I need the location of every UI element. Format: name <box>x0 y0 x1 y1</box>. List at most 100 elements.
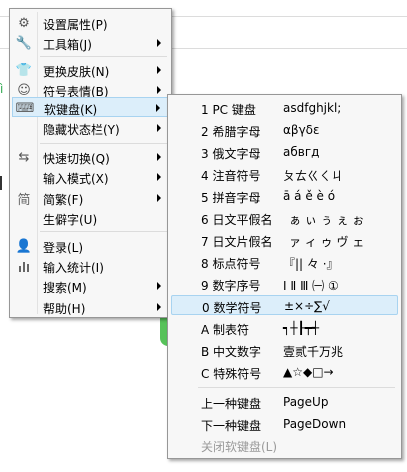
keyboard-sample-chars: 『|| 々 ·』 <box>283 257 339 271</box>
submenu-arrow-icon <box>157 66 161 74</box>
soft-keyboard-item-hiragana[interactable]: 6 日文平假名 ぁ ぃ ぅ ぇ ぉ <box>171 208 398 228</box>
nav-item-label: 上一种键盘 <box>201 397 262 411</box>
shortcut-hint: PageUp <box>283 395 329 409</box>
keyboard-type-label: 8 标点符号 <box>201 257 261 271</box>
menu-item-hide-status-bar[interactable]: 隐藏状态栏(Y) <box>12 118 169 138</box>
submenu-arrow-icon <box>157 282 161 290</box>
menu-separator <box>40 143 167 144</box>
menu-item-label: 更换皮肤(N) <box>43 65 110 79</box>
soft-keyboard-item-box-drawing[interactable]: A 制表符 ┑┼┠┯┽ <box>171 318 398 338</box>
menu-item-label: 输入统计(I) <box>43 261 104 275</box>
menu-item-label: 快速切换(Q) <box>43 152 110 166</box>
soft-keyboard-submenu: 1 PC 键盘 asdfghjkl; 2 希腊字母 αβγδε 3 俄文字母 а… <box>167 94 402 459</box>
menu-item-label: 搜索(M) <box>43 281 87 295</box>
soft-keyboard-item-pc[interactable]: 1 PC 键盘 asdfghjkl; <box>171 98 398 118</box>
soft-keyboard-item-chinese-numerals[interactable]: B 中文数字 壹贰千万兆 <box>171 340 398 360</box>
keyboard-type-label: A 制表符 <box>201 323 250 337</box>
menu-item-label: 隐藏状态栏(Y) <box>43 123 120 137</box>
submenu-arrow-icon <box>157 303 161 311</box>
soft-keyboard-item-numbering[interactable]: 9 数字序号 Ⅰ Ⅱ Ⅲ ㈠ ① <box>171 274 398 294</box>
menu-item-simplified-traditional[interactable]: 简 简繁(F) <box>12 188 169 208</box>
close-soft-keyboard[interactable]: 关闭软键盘(L) <box>171 435 398 455</box>
switch-arrows-icon: ⇆ <box>18 149 30 165</box>
menu-item-label: 登录(L) <box>43 241 84 255</box>
background-text-fragment: ì <box>0 82 4 96</box>
menu-item-label: 帮助(H) <box>43 302 86 316</box>
simplified-traditional-icon: 简 <box>17 192 31 208</box>
keyboard-sample-chars: asdfghjkl; <box>283 101 342 115</box>
submenu-arrow-icon <box>157 194 161 202</box>
keyboard-sample-chars: ㄆㄊㄍㄑㄐ <box>283 169 344 183</box>
keyboard-sample-chars: ▲☆◆□→ <box>283 365 334 379</box>
soft-keyboard-item-special-symbols[interactable]: C 特殊符号 ▲☆◆□→ <box>171 362 398 382</box>
keyboard-type-label: 4 注音符号 <box>201 169 261 183</box>
menu-item-change-skin[interactable]: 👕 更换皮肤(N) <box>12 60 169 80</box>
keyboard-sample-chars: 壹贰千万兆 <box>283 345 344 359</box>
submenu-arrow-icon <box>156 104 160 112</box>
keyboard-sample-chars: ±×÷∑√ <box>284 299 330 313</box>
keyboard-type-label: 1 PC 键盘 <box>201 103 256 117</box>
keyboard-type-label: 5 拼音字母 <box>201 191 261 205</box>
bar-chart-icon <box>16 258 32 274</box>
menu-separator <box>40 56 167 57</box>
menu-item-search[interactable]: 搜索(M) <box>12 276 169 296</box>
soft-keyboard-item-greek[interactable]: 2 希腊字母 αβγδε <box>171 120 398 140</box>
keyboard-type-label: 2 希腊字母 <box>201 125 261 139</box>
keyboard-sample-chars: абвгд <box>283 145 320 159</box>
soft-keyboard-previous[interactable]: 上一种键盘 PageUp <box>171 392 398 412</box>
menu-item-help[interactable]: 帮助(H) <box>12 297 169 317</box>
keyboard-type-label: 3 俄文字母 <box>201 147 261 161</box>
menu-separator <box>40 231 167 232</box>
keyboard-sample-chars: ぁ ぃ ぅ ぇ ぉ <box>289 213 365 227</box>
keyboard-sample-chars: ā á ě è ó <box>283 189 336 203</box>
menu-item-input-statistics[interactable]: 输入统计(I) <box>12 256 169 276</box>
keyboard-type-label: 7 日文片假名 <box>201 235 273 249</box>
keyboard-sample-chars: αβγδε <box>283 123 320 137</box>
keyboard-type-label: 9 数字序号 <box>201 279 261 293</box>
menu-item-label: 生僻字(U) <box>43 213 98 227</box>
submenu-arrow-icon <box>157 124 161 132</box>
submenu-arrow-icon <box>157 86 161 94</box>
menu-item-login[interactable]: 👤 登录(L) <box>12 236 169 256</box>
ime-context-menu: ⚙ 设置属性(P) 🔧 工具箱(J) 👕 更换皮肤(N) ☺ 符号表情(B) ⌨… <box>9 8 172 318</box>
soft-keyboard-item-katakana[interactable]: 7 日文片假名 ァ ィ ゥ ヴ ェ <box>171 230 398 250</box>
keyboard-type-label: 6 日文平假名 <box>201 213 273 227</box>
soft-keyboard-item-math[interactable]: 0 数学符号 ±×÷∑√ <box>171 295 398 315</box>
background-text-cursor <box>0 176 2 190</box>
menu-item-label: 设置属性(P) <box>43 18 108 32</box>
keyboard-type-label: B 中文数字 <box>201 345 262 359</box>
shirt-icon: 👕 <box>15 62 33 78</box>
submenu-arrow-icon <box>157 173 161 181</box>
menu-item-label: 工具箱(J) <box>43 38 92 52</box>
gear-icon: ⚙ <box>18 15 30 31</box>
menu-item-quick-switch[interactable]: ⇆ 快速切换(Q) <box>12 147 169 167</box>
wrench-icon: 🔧 <box>15 35 33 51</box>
keyboard-sample-chars: ┑┼┠┯┽ <box>283 321 320 335</box>
user-icon: 👤 <box>15 238 33 254</box>
submenu-arrow-icon <box>157 39 161 47</box>
menu-separator <box>198 387 395 388</box>
soft-keyboard-item-zhuyin[interactable]: 4 注音符号 ㄆㄊㄍㄑㄐ <box>171 164 398 184</box>
menu-item-label: 简繁(F) <box>43 193 84 207</box>
smiley-icon: ☺ <box>17 82 31 98</box>
keyboard-sample-chars: ァ ィ ゥ ヴ ェ <box>289 235 365 249</box>
menu-item-settings[interactable]: ⚙ 设置属性(P) <box>12 13 169 33</box>
keyboard-type-label: C 特殊符号 <box>201 367 262 381</box>
menu-item-rare-characters[interactable]: 生僻字(U) <box>12 208 169 228</box>
shortcut-hint: PageDown <box>283 417 347 431</box>
soft-keyboard-item-pinyin[interactable]: 5 拼音字母 ā á ě è ó <box>171 186 398 206</box>
keyboard-icon: ⌨ <box>15 100 35 116</box>
menu-item-input-mode[interactable]: 输入模式(X) <box>12 167 169 187</box>
menu-item-label: 输入模式(X) <box>43 172 109 186</box>
close-item-label: 关闭软键盘(L) <box>201 440 278 454</box>
submenu-arrow-icon <box>157 153 161 161</box>
menu-item-toolbox[interactable]: 🔧 工具箱(J) <box>12 33 169 53</box>
nav-item-label: 下一种键盘 <box>201 419 262 433</box>
keyboard-type-label: 0 数学符号 <box>202 301 262 315</box>
soft-keyboard-item-punctuation[interactable]: 8 标点符号 『|| 々 ·』 <box>171 252 398 272</box>
menu-item-label: 软键盘(K) <box>44 103 98 117</box>
soft-keyboard-item-russian[interactable]: 3 俄文字母 абвгд <box>171 142 398 162</box>
soft-keyboard-next[interactable]: 下一种键盘 PageDown <box>171 414 398 434</box>
keyboard-sample-chars: Ⅰ Ⅱ Ⅲ ㈠ ① <box>283 279 339 293</box>
menu-item-soft-keyboard[interactable]: ⌨ 软键盘(K) <box>12 97 169 117</box>
